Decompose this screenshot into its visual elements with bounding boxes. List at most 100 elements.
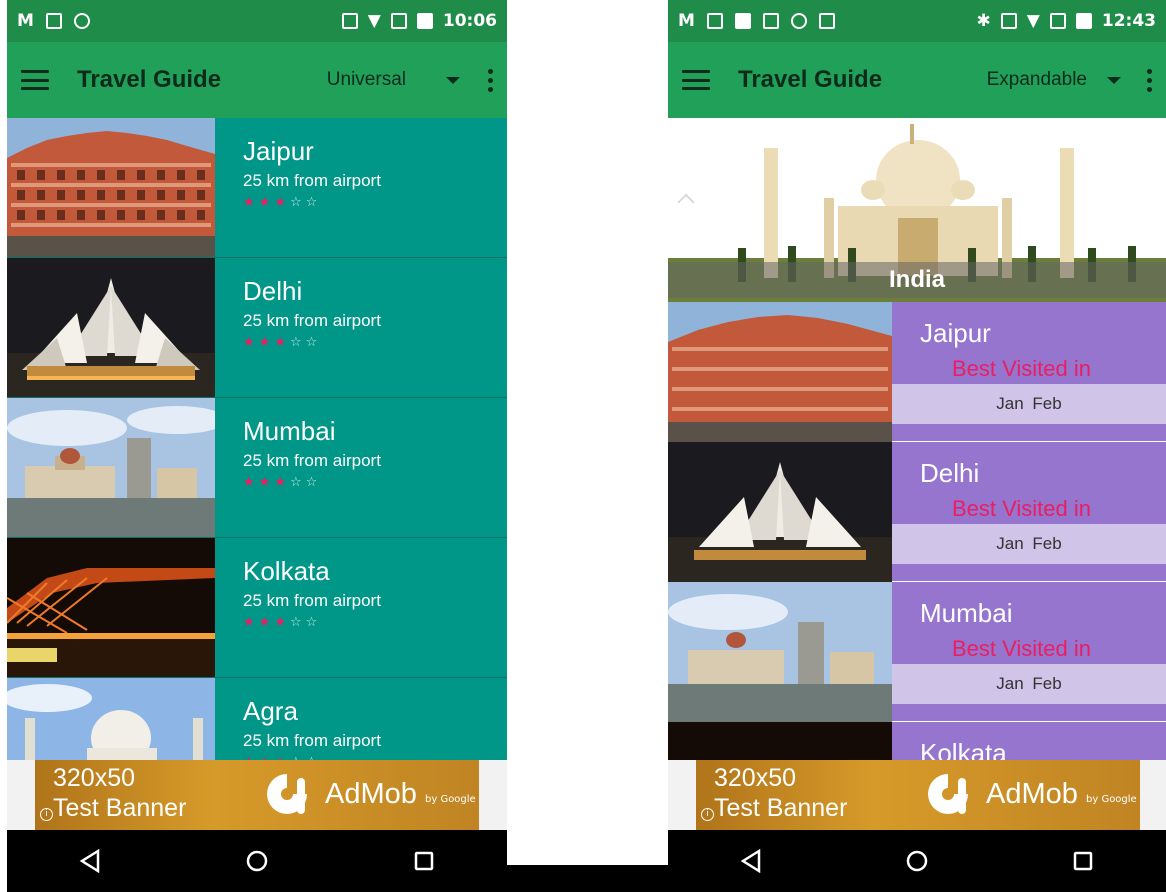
wifi-icon: ▼ (1026, 11, 1040, 31)
recents-icon[interactable] (409, 846, 439, 876)
city-distance: 25 km from airport (243, 591, 381, 610)
recents-icon[interactable] (1068, 846, 1098, 876)
star-filled-icon: ★ (258, 195, 275, 210)
star-filled-icon: ★ (243, 475, 259, 490)
mumbai-image (668, 582, 892, 722)
city-info: Jaipur 25 km from airport ★★★☆☆ (215, 118, 507, 257)
view-mode-spinner[interactable]: Universal (327, 69, 460, 91)
clock: 10:06 (442, 11, 497, 31)
star-filled-icon: ★ (243, 615, 259, 630)
spinner-label: Expandable (986, 69, 1087, 90)
clock: 12:43 (1101, 11, 1156, 31)
list-item[interactable]: Jaipur 25 km from airport ★★★☆☆ (7, 118, 507, 258)
app-bar: Travel Guide Expandable (668, 42, 1166, 118)
vibrate-icon (341, 13, 358, 29)
dropdown-arrow-icon (1107, 76, 1121, 84)
status-bar: M ▼ 10:06 (7, 0, 507, 42)
agra-image (7, 678, 215, 760)
expandable-screen: M ✱ ▼ 12:43 Travel Guide Expandable Indi… (668, 0, 1166, 892)
expandable-list[interactable]: India Jaipur Best Visited in Jan Feb Del… (668, 118, 1166, 760)
ad-text: Test Banner (53, 794, 187, 822)
city-info: Kolkata 25 km from airport ★★★☆☆ (215, 538, 507, 677)
city-name: Agra (243, 696, 298, 726)
star-filled-icon: ★ (258, 475, 275, 490)
delhi-image (668, 442, 892, 582)
list-item[interactable]: Agra 25 km from airport ★★★☆☆ (7, 678, 507, 760)
gmail-icon: M (17, 11, 34, 31)
list-item[interactable]: Delhi Best Visited in Jan Feb (668, 442, 1166, 582)
city-name: Mumbai (920, 598, 1013, 628)
wifi-icon: ▼ (367, 11, 381, 31)
best-months: Jan Feb (892, 524, 1166, 564)
city-info: Delhi 25 km from airport ★★★☆☆ (215, 258, 507, 397)
list-item[interactable]: Kolkata (668, 722, 1166, 760)
group-title: India (668, 262, 1166, 298)
city-name: Kolkata (920, 738, 1007, 760)
city-list[interactable]: Jaipur 25 km from airport ★★★☆☆ Delhi 25… (7, 118, 507, 760)
nav-bar (7, 830, 507, 892)
city-name: Kolkata (243, 556, 330, 586)
list-item[interactable]: Mumbai Best Visited in Jan Feb (668, 582, 1166, 722)
menu-icon[interactable] (682, 70, 710, 90)
star-filled-icon: ★ (274, 335, 290, 350)
star-filled-icon: ★ (258, 615, 275, 630)
list-item[interactable]: Jaipur Best Visited in Jan Feb (668, 302, 1166, 442)
city-distance: 25 km from airport (243, 451, 381, 470)
city-info: Agra 25 km from airport ★★★☆☆ (215, 678, 507, 760)
delhi-image (7, 258, 215, 397)
spinner-label: Universal (326, 69, 406, 90)
ad-creative[interactable]: 320x50 Test Banner i AdMob by Google (35, 760, 479, 830)
nav-bar (668, 830, 1166, 892)
star-empty-icon: ☆ (289, 615, 306, 630)
city-info: Delhi Best Visited in Jan Feb (892, 442, 1166, 581)
city-distance: 25 km from airport (243, 731, 381, 750)
best-visited-label: Best Visited in (952, 356, 1092, 381)
back-icon[interactable] (75, 846, 105, 876)
view-mode-spinner[interactable]: Expandable (987, 69, 1121, 91)
bluetooth-icon (734, 13, 751, 29)
star-filled-icon: ★ (243, 335, 259, 350)
ad-banner[interactable]: 320x50 Test Banner i AdMob by Google (7, 760, 507, 830)
mumbai-image (7, 398, 215, 537)
rating-stars: ★★★☆☆ (243, 475, 507, 490)
universal-screen: M ▼ 10:06 Travel Guide Universal Jaipur … (7, 0, 507, 892)
ad-banner[interactable]: 320x50 Test Banner i AdMob by Google (668, 760, 1166, 830)
city-name: Jaipur (243, 136, 314, 166)
gap-strip (507, 865, 668, 892)
battery-icon (1075, 13, 1092, 29)
city-info: Jaipur Best Visited in Jan Feb (892, 302, 1166, 441)
overflow-menu-icon[interactable] (488, 68, 493, 92)
list-item[interactable]: Kolkata 25 km from airport ★★★☆☆ (7, 538, 507, 678)
group-header[interactable]: India (668, 118, 1166, 302)
best-months: Jan Feb (892, 384, 1166, 424)
home-icon[interactable] (902, 846, 932, 876)
city-info: Mumbai Best Visited in Jan Feb (892, 582, 1166, 721)
download-icon (45, 13, 62, 29)
mail-icon (706, 13, 723, 29)
jaipur-image (668, 302, 892, 442)
jaipur-image (7, 118, 215, 257)
back-icon[interactable] (736, 846, 766, 876)
kolkata-image (668, 722, 892, 760)
ad-brand: AdMob (325, 778, 417, 810)
instagram-icon (762, 13, 779, 29)
star-filled-icon: ★ (274, 195, 290, 210)
ad-creative[interactable]: 320x50 Test Banner i AdMob by Google (696, 760, 1140, 830)
overflow-menu-icon[interactable] (1147, 68, 1152, 92)
ad-info-icon[interactable]: i (40, 808, 53, 821)
star-empty-icon: ☆ (305, 335, 322, 350)
app-bar: Travel Guide Universal (7, 42, 507, 118)
menu-icon[interactable] (21, 70, 49, 90)
best-visited-label: Best Visited in (952, 496, 1092, 521)
list-item[interactable]: Delhi 25 km from airport ★★★☆☆ (7, 258, 507, 398)
status-bar: M ✱ ▼ 12:43 (668, 0, 1166, 42)
home-icon[interactable] (242, 846, 272, 876)
bluetooth-status-icon: ✱ (976, 11, 991, 31)
ad-by: by Google (1086, 794, 1137, 805)
ad-info-icon[interactable]: i (701, 808, 714, 821)
star-filled-icon: ★ (258, 335, 275, 350)
list-item[interactable]: Mumbai 25 km from airport ★★★☆☆ (7, 398, 507, 538)
best-visited-label: Best Visited in (952, 636, 1092, 661)
city-distance: 25 km from airport (243, 311, 381, 330)
kolkata-image (7, 538, 215, 677)
